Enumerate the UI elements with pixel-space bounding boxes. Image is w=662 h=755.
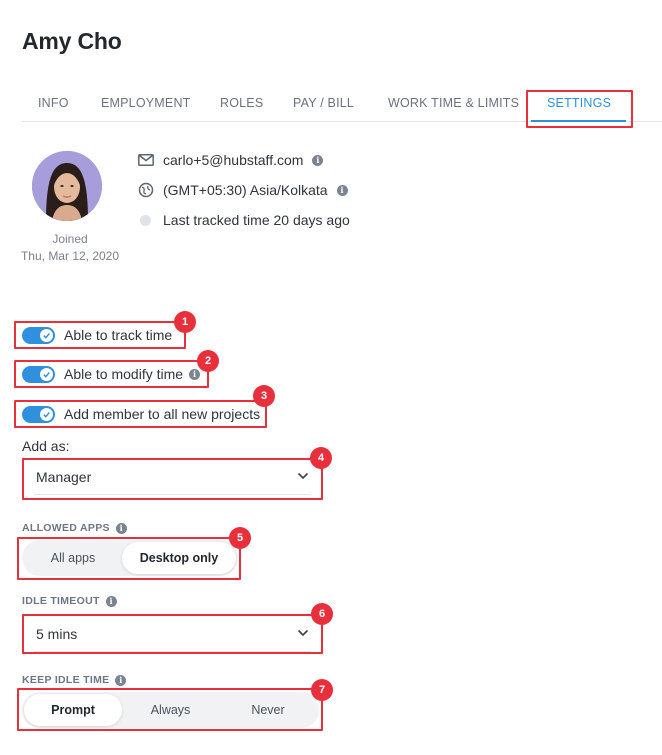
highlight-box-6 [22,614,323,654]
idle-timeout-label-text: IDLE TIMEOUT [22,595,100,607]
add-as-label: Add as: [22,438,70,454]
timezone-row: (GMT+05:30) Asia/Kolkata i [137,181,348,199]
timezone-text: (GMT+05:30) Asia/Kolkata [163,182,328,198]
info-icon[interactable]: i [336,184,348,196]
annotation-badge-5: 5 [229,527,251,549]
avatar-portrait [32,151,102,221]
keep-idle-time-label: KEEP IDLE TIME i [22,673,127,687]
page-title: Amy Cho [22,28,122,54]
email-text: carlo+5@hubstaff.com [163,152,304,168]
highlight-box-4 [22,458,323,500]
tab-work-time-limits[interactable]: WORK TIME & LIMITS [388,96,519,110]
annotation-badge-2: 2 [197,350,219,372]
info-icon[interactable]: i [105,595,117,607]
highlight-box-5 [17,537,241,580]
highlight-box-7 [17,688,323,731]
status-dot-icon [137,212,154,229]
annotation-badge-6: 6 [311,603,333,625]
highlight-box-3 [14,400,267,428]
joined-date: Thu, Mar 12, 2020 [20,249,120,263]
highlight-box-1 [14,321,186,349]
annotation-badge-4: 4 [310,447,332,469]
tab-roles[interactable]: ROLES [220,96,263,110]
keep-idle-time-label-text: KEEP IDLE TIME [22,674,110,686]
idle-timeout-label: IDLE TIMEOUT i [22,594,117,608]
allowed-apps-label-text: ALLOWED APPS [22,522,110,534]
last-tracked-row: Last tracked time 20 days ago [137,211,350,229]
annotation-badge-7: 7 [311,679,333,701]
annotation-badge-3: 3 [253,385,275,407]
avatar [32,151,102,221]
info-icon[interactable]: i [115,674,127,686]
email-row: carlo+5@hubstaff.com i [137,151,324,169]
highlight-box-settings-tab [526,90,633,128]
last-tracked-text: Last tracked time 20 days ago [163,212,350,228]
highlight-box-2 [14,360,209,388]
tab-info[interactable]: INFO [38,96,69,110]
tab-pay-bill[interactable]: PAY / BILL [293,96,354,110]
mail-icon [137,152,154,169]
globe-icon [137,182,154,199]
info-icon[interactable]: i [312,154,324,166]
joined-label: Joined [52,232,88,246]
annotation-badge-1: 1 [174,311,196,333]
tab-employment[interactable]: EMPLOYMENT [101,96,191,110]
info-icon[interactable]: i [115,522,127,534]
allowed-apps-label: ALLOWED APPS i [22,521,127,535]
